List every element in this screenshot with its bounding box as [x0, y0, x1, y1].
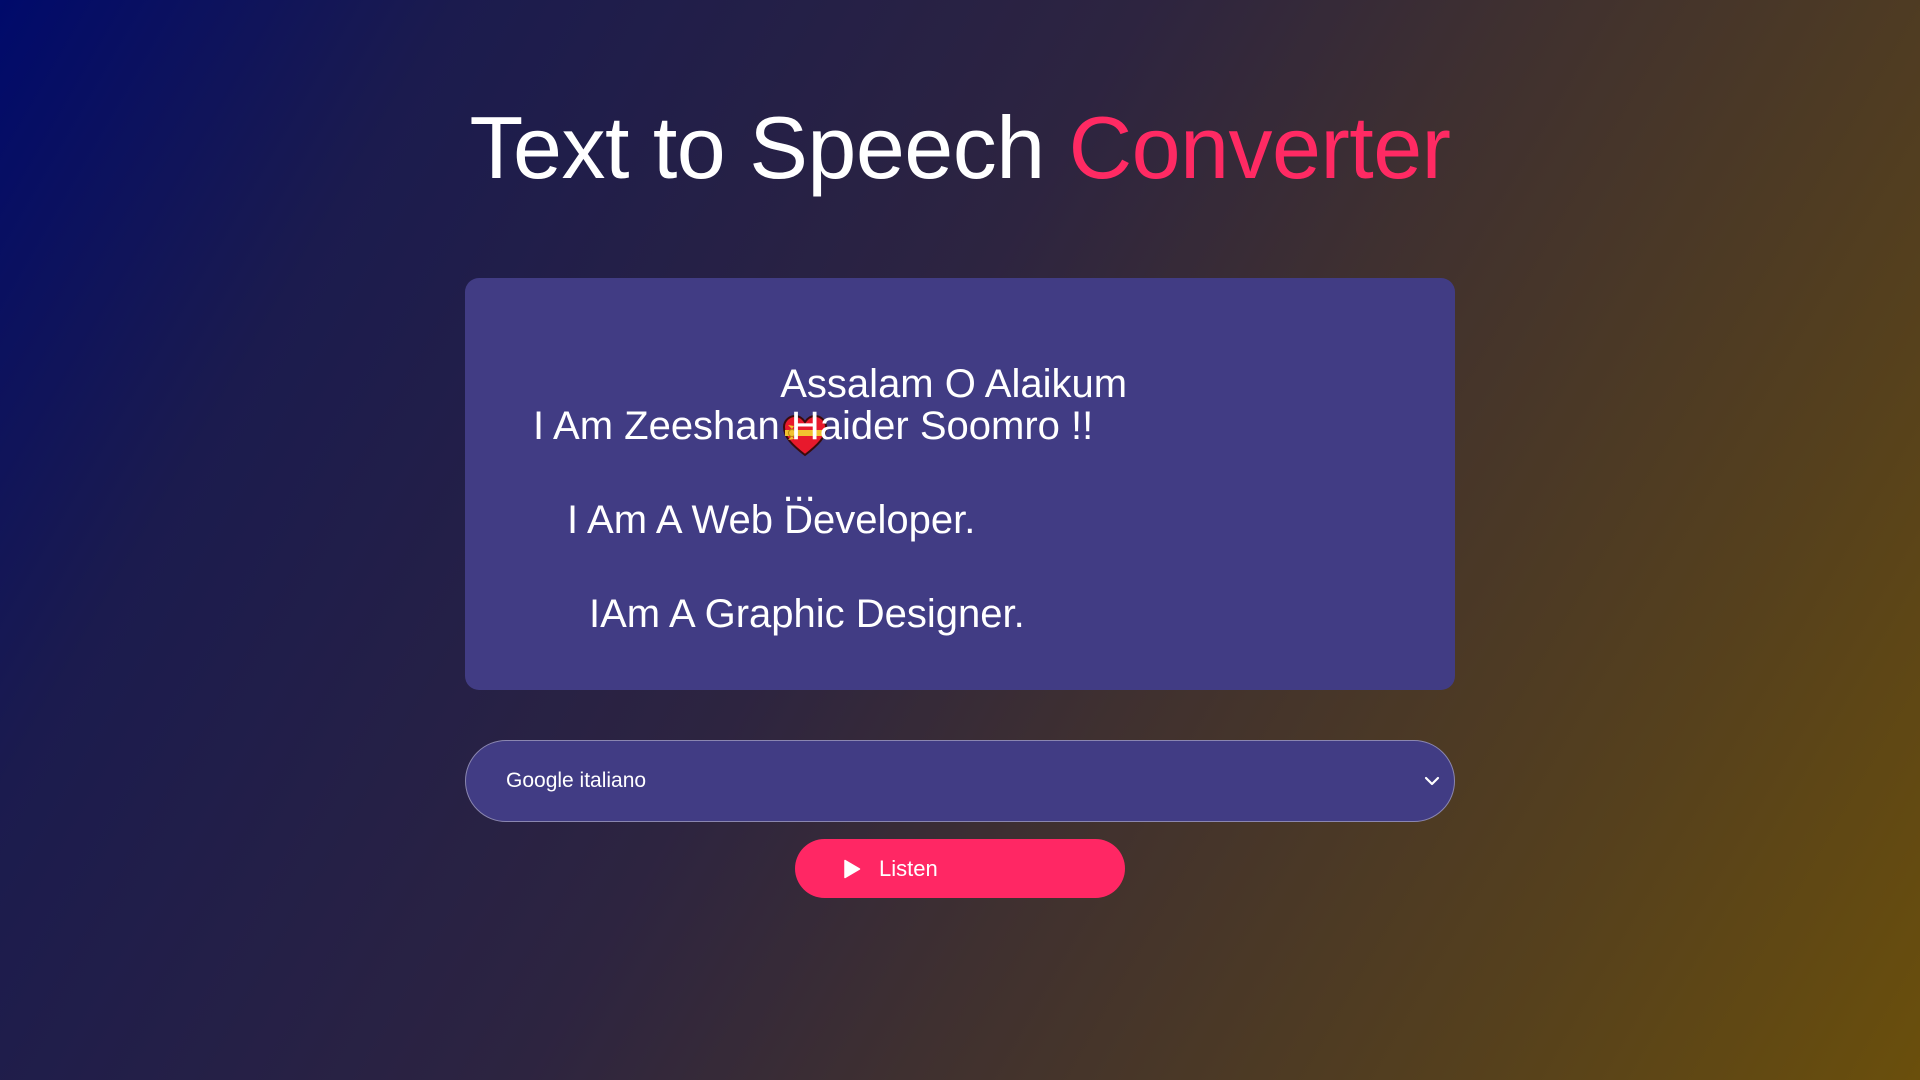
text-line-4: IAm A Graphic Designer. [589, 592, 1025, 636]
voice-select-value: Google italiano [506, 769, 647, 792]
title-accent: Converter [1068, 98, 1451, 197]
voice-select[interactable]: Google italiano [465, 740, 1455, 822]
page-title: Text to Speech Converter [0, 96, 1920, 200]
listen-button-label: Listen [879, 855, 938, 881]
chevron-down-icon [1424, 776, 1440, 786]
text-line-2: I Am Zeeshan Haider Soomro !! [533, 404, 1094, 448]
text-line-3: I Am A Web Developer. [567, 498, 976, 542]
play-icon [844, 859, 861, 878]
listen-button[interactable]: Listen [795, 839, 1125, 898]
text-input-area[interactable]: Assalam O Alaikum ... I Am Zeeshan Haide… [465, 278, 1455, 690]
title-main: Text to Speech [469, 98, 1069, 197]
